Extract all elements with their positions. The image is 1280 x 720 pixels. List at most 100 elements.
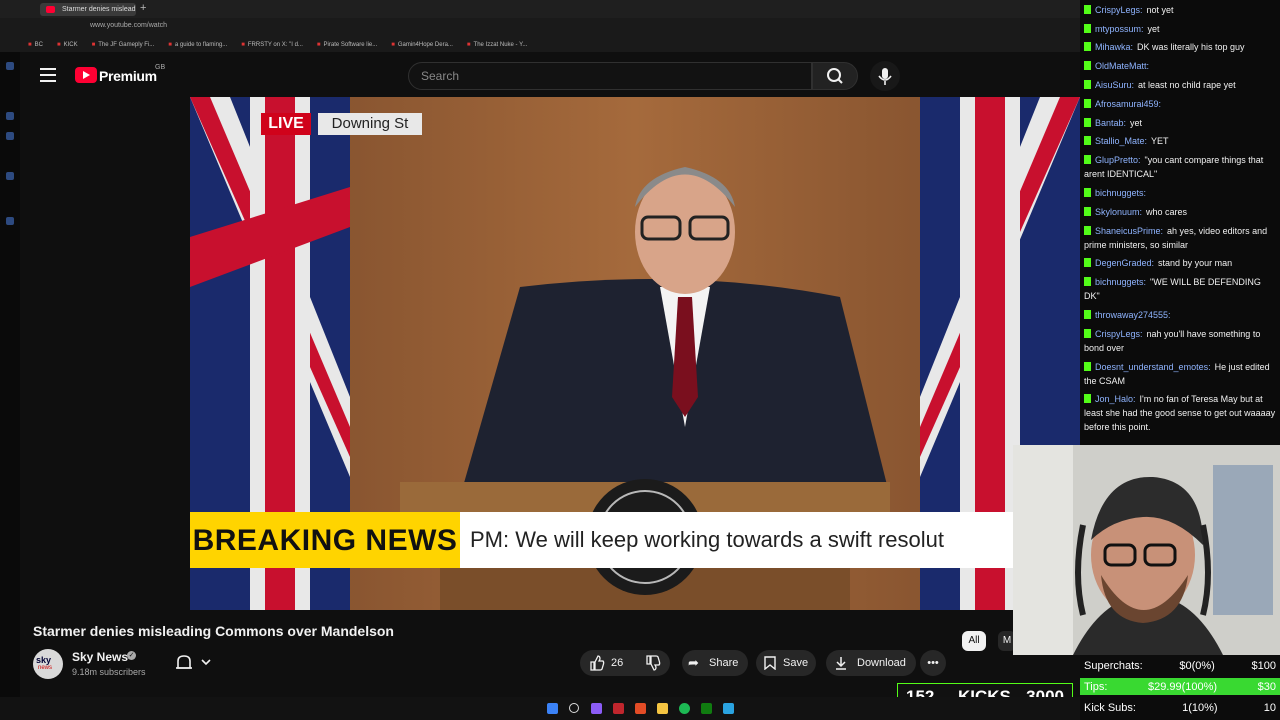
channel-name[interactable]: Sky News [72,650,128,664]
save-button[interactable]: Save [756,650,816,676]
notification-bell-button[interactable] [170,651,218,675]
sidebar-app-icon[interactable] [6,172,14,180]
chat-badge-icon [1084,118,1091,127]
chat-username[interactable]: bichnuggets: [1095,188,1146,198]
streamer-webcam-illustration [1013,445,1280,655]
bookmark-item[interactable]: KICK [57,38,78,52]
chat-message: DegenGraded: stand by your man [1084,256,1276,270]
chat-username[interactable]: Mihawka: [1095,42,1133,52]
new-tab-button[interactable]: + [140,2,146,14]
search-input[interactable]: Search [408,62,812,90]
live-badge: LIVE [261,113,311,135]
windows-taskbar [0,697,1080,720]
folder-icon[interactable] [657,703,668,714]
youtube-brand[interactable]: Premium [99,68,157,84]
chat-badge-icon [1084,42,1091,51]
chat-username[interactable]: OldMateMatt: [1095,61,1149,71]
more-actions-button[interactable]: ••• [920,650,946,676]
sidebar-app-icon[interactable] [6,217,14,225]
chat-username[interactable]: Stallio_Mate: [1095,136,1147,146]
chat-username[interactable]: throwaway274555: [1095,310,1171,320]
chat-badge-icon [1084,24,1091,33]
chat-username[interactable]: bichnuggets: [1095,277,1146,287]
taskbar-app-icon[interactable] [591,703,602,714]
chat-username[interactable]: ShaneicusPrime: [1095,226,1163,236]
youtube-logo-icon[interactable] [75,67,97,83]
tips-value: $29.99(100%) [1147,681,1218,693]
chat-message: ShaneicusPrime: ah yes, video editors and… [1084,224,1276,252]
chat-message: Stallio_Mate: YET [1084,134,1276,148]
chat-username[interactable]: Jon_Halo: [1095,394,1136,404]
chat-username[interactable]: GlupPretto: [1095,155,1141,165]
chat-text: YET [1151,136,1169,146]
chat-badge-icon [1084,277,1091,286]
channel-avatar[interactable] [33,649,63,679]
chat-text: who cares [1146,207,1188,217]
bookmark-item[interactable]: FRRSTY on X: "I d... [241,38,303,52]
chat-text: stand by your man [1158,258,1233,268]
subscriber-count: 9.18m subscribers [72,667,146,677]
like-dislike-group: 26 [580,650,670,676]
windows-start-icon[interactable] [547,703,558,714]
search-icon [827,68,843,84]
chat-message: OldMateMatt: [1084,59,1276,73]
search-button[interactable] [812,62,858,90]
url-field[interactable]: www.youtube.com/watch [90,22,167,29]
tips-goal: $30 [1257,681,1276,693]
spotify-icon[interactable] [679,703,690,714]
download-label: Download [857,657,906,669]
chat-text: yet [1130,118,1143,128]
telegram-icon[interactable] [723,703,734,714]
chat-message: CrispyLegs: nah you'll have something to … [1084,327,1276,355]
chat-text: at least no child rape yet [1138,80,1236,90]
chat-username[interactable]: CrispyLegs: [1095,329,1143,339]
chat-badge-icon [1084,136,1091,145]
chat-username[interactable]: Afrosamurai459: [1095,99,1161,109]
chip-all[interactable]: All [962,631,986,651]
xbox-icon[interactable] [701,703,712,714]
chat-username[interactable]: AisuSuru: [1095,80,1134,90]
chat-badge-icon [1084,99,1091,108]
chat-username[interactable]: mtypossum: [1095,24,1144,34]
taskbar-search-icon[interactable] [569,703,579,713]
chat-text: DK was literally his top guy [1137,42,1245,52]
bookmark-item[interactable]: a guide to flaming... [168,38,227,52]
kick-subs-label: Kick Subs: [1084,702,1136,714]
sidebar-app-icon[interactable] [6,62,14,70]
chat-username[interactable]: CrispyLegs: [1095,5,1143,15]
voice-search-button[interactable] [870,61,900,91]
chat-message: Bantab: yet [1084,116,1276,130]
bell-icon [176,655,211,669]
browser-tab-bar [0,0,1080,18]
hamburger-menu-icon[interactable] [40,68,56,82]
chat-message: CrispyLegs: not yet [1084,3,1276,17]
chat-username[interactable]: Skylonuum: [1095,207,1142,217]
share-label: Share [709,657,739,669]
chat-badge-icon [1084,5,1091,14]
bookmark-item[interactable]: The Izzat Nuke - Y... [467,38,528,52]
chat-username[interactable]: DegenGraded: [1095,258,1154,268]
chat-text: yet [1147,24,1160,34]
share-button[interactable]: ➦ Share [682,650,748,676]
video-title: Starmer denies misleading Commons over M… [33,623,394,639]
thumbs-up-icon[interactable] [588,654,606,672]
bookmark-item[interactable]: The JF Gameply Fi... [92,38,154,52]
like-count: 26 [611,657,624,669]
taskbar-app-icon[interactable] [635,703,646,714]
browser-tab-active[interactable]: Starmer denies mislead [40,3,136,16]
bookmark-item[interactable]: Gamin4Hope Dera... [391,38,453,52]
bookmark-item[interactable]: Pirate Software lie... [317,38,378,52]
download-button[interactable]: Download [826,650,916,676]
bookmark-item[interactable]: BC [28,38,43,52]
chat-badge-icon [1084,155,1091,164]
bookmarks-bar: BC KICK The JF Gameply Fi... a guide to … [0,38,1080,52]
kick-subs-row: Kick Subs: 1(10%) 10 [1084,702,1276,714]
taskbar-app-icon[interactable] [613,703,624,714]
chat-badge-icon [1084,207,1091,216]
chat-username[interactable]: Bantab: [1095,118,1126,128]
chat-username[interactable]: Doesnt_understand_emotes: [1095,362,1211,372]
thumbs-down-icon[interactable] [644,654,662,672]
sidebar-app-icon[interactable] [6,112,14,120]
bookmark-icon [764,656,776,670]
sidebar-app-icon[interactable] [6,132,14,140]
